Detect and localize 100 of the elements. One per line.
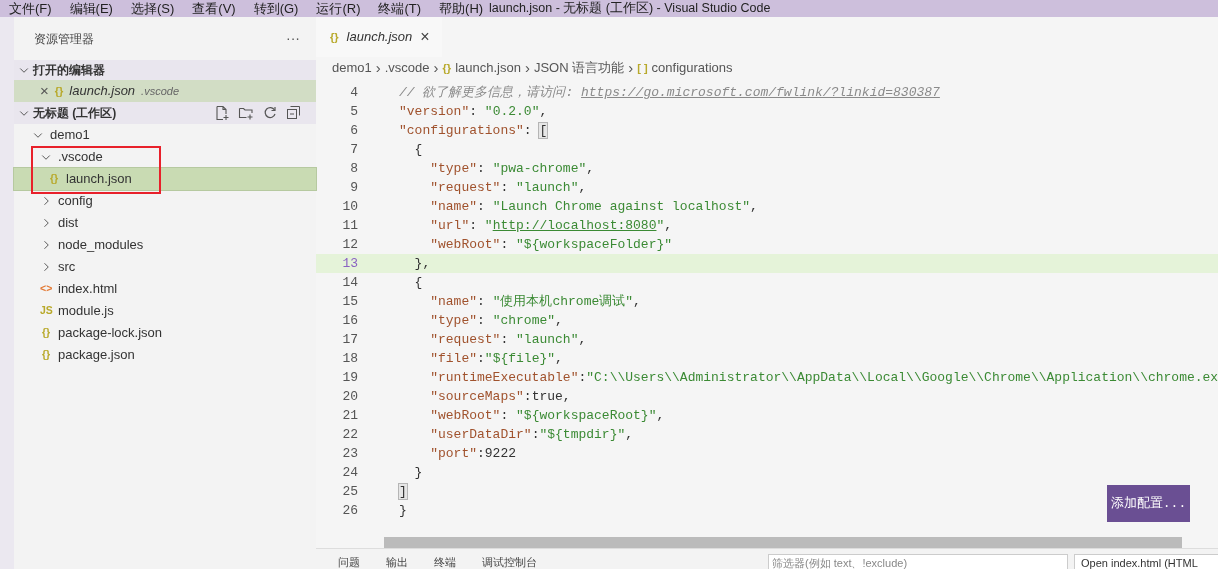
add-configuration-button[interactable]: 添加配置... — [1107, 485, 1190, 522]
output-dropdown[interactable]: Open index.html (HTML — [1074, 554, 1218, 569]
array-icon: [ ] — [637, 59, 648, 77]
code-text: "version": "0.2.0", — [398, 102, 548, 121]
menu-item[interactable]: 选择(S) — [121, 0, 184, 17]
code-text: { — [413, 140, 423, 159]
menu-item[interactable]: 文件(F) — [0, 0, 61, 17]
breadcrumb-separator: › — [375, 57, 381, 78]
menu-item[interactable]: 运行(R) — [307, 0, 370, 17]
code-text: "name": "使用本机chrome调试", — [429, 292, 641, 311]
collapse-all-icon — [286, 105, 302, 121]
breadcrumb-item[interactable]: configurations — [651, 58, 733, 78]
code-text: "url": "http://localhost:8080", — [429, 216, 673, 235]
file-item[interactable]: JS module.js — [14, 300, 316, 322]
line-number: 21 — [341, 406, 358, 425]
code-text: "request": "launch", — [429, 178, 587, 197]
section-header[interactable]: 打开的编辑器 — [14, 60, 316, 80]
code-text: "type": "chrome", — [429, 311, 563, 330]
menu-item[interactable]: 编辑(E) — [60, 0, 122, 17]
folder-name: .vscode — [58, 148, 103, 167]
breadcrumb-item[interactable]: launch.json — [455, 58, 521, 78]
new-folder-icon — [238, 105, 254, 121]
close-button[interactable]: × — [40, 79, 49, 103]
line-number: 22 — [341, 425, 358, 444]
section-header[interactable]: 无标题 (工作区) — [14, 102, 316, 124]
code-text: "webRoot": "${workspaceFolder}" — [429, 235, 673, 254]
line-number: 6 — [349, 121, 358, 140]
line-number: 20 — [341, 387, 358, 406]
breadcrumb-separator: › — [433, 57, 439, 78]
folder-name: src — [58, 258, 76, 277]
code-text: { — [413, 273, 423, 292]
code-text: "file":"${file}", — [429, 349, 563, 368]
breadcrumb-item[interactable]: JSON 语言功能 — [533, 58, 625, 78]
folder-item[interactable]: dist — [14, 212, 316, 234]
menu-item[interactable]: 转到(G) — [244, 0, 308, 17]
code-text: "port":9222 — [429, 444, 517, 463]
code-text: // 欲了解更多信息，请访问: https://go.microsoft.com/fwlink/?linkid=830387 — [398, 83, 940, 102]
file-item[interactable]: {} package-lock.json — [14, 322, 316, 344]
panel-tab[interactable]: 输出 — [386, 554, 408, 569]
breadcrumb-item[interactable]: .vscode — [384, 58, 430, 78]
line-number: 24 — [341, 463, 358, 482]
refresh-icon — [262, 105, 278, 121]
line-number: 12 — [341, 235, 358, 254]
more-actions-button[interactable]: ··· — [286, 28, 300, 49]
line-number: 25 — [341, 482, 358, 501]
json-icon: {} — [442, 59, 452, 77]
folder-item[interactable]: src — [14, 256, 316, 278]
file-name: index.html — [58, 280, 118, 299]
menu-item[interactable]: 终端(T) — [369, 0, 431, 17]
code-text: "configurations": [ — [398, 121, 548, 140]
code-text: "userDataDir":"${tmpdir}", — [429, 425, 634, 444]
breadcrumb-separator: › — [524, 57, 530, 78]
panel-tab[interactable]: 问题 — [338, 554, 360, 569]
open-editor-item[interactable]: × {} launch.json .vscode — [14, 80, 316, 102]
folder-item[interactable]: config — [14, 190, 316, 212]
line-number: 15 — [341, 292, 358, 311]
line-number: 5 — [349, 102, 358, 121]
code-text: } — [413, 463, 423, 482]
close-button[interactable]: × — [420, 25, 430, 49]
code-text: }, — [413, 254, 431, 273]
filter-field[interactable]: 筛选器(例如 text、!exclude) — [768, 554, 1068, 569]
sidebar-title: 资源管理器 — [34, 30, 94, 48]
json-icon: {} — [40, 325, 52, 341]
folder-item[interactable]: .vscode — [14, 146, 316, 168]
folder-item[interactable]: demo1 — [14, 124, 316, 146]
file-name: launch.json — [66, 170, 132, 189]
line-number: 18 — [341, 349, 358, 368]
line-number: 23 — [341, 444, 358, 463]
file-item[interactable]: {} launch.json — [14, 168, 316, 190]
code-text: "request": "launch", — [429, 330, 587, 349]
code-text: "runtimeExecutable":"C:\\Users\\Administrator\\AppData\\Local\\Google\\Chrome\\Application\\chrome.ex — [429, 368, 1218, 387]
json-icon: {} — [330, 28, 339, 46]
line-number: 11 — [341, 216, 358, 235]
panel-tab[interactable]: 调试控制台 — [482, 554, 537, 569]
line-number: 10 — [341, 197, 358, 216]
panel-tab[interactable]: 终端 — [434, 554, 456, 569]
new-file-icon — [214, 105, 230, 121]
code-text: "webRoot": "${workspaceRoot}", — [429, 406, 665, 425]
code-text: "sourceMaps":true, — [429, 387, 571, 406]
file-name: package.json — [58, 346, 135, 365]
line-number: 19 — [341, 368, 358, 387]
code-text: "type": "pwa-chrome", — [429, 159, 595, 178]
window-title: launch.json - 无标题 (工作区) - Visual Studio Code — [489, 0, 771, 17]
line-number: 13 — [341, 254, 358, 273]
line-number: 26 — [341, 501, 358, 520]
breadcrumb-item[interactable]: demo1 — [332, 58, 372, 78]
file-item[interactable]: <> index.html — [14, 278, 316, 300]
menu-item[interactable]: 查看(V) — [183, 0, 245, 17]
file-item[interactable]: {} package.json — [14, 344, 316, 366]
line-number: 4 — [349, 83, 358, 102]
breadcrumb-separator: › — [628, 57, 634, 78]
code-icon: <> — [40, 281, 52, 297]
js-icon: JS — [40, 303, 52, 319]
folder-name: node_modules — [58, 236, 144, 255]
line-number: 16 — [341, 311, 358, 330]
file-name: module.js — [58, 302, 114, 321]
folder-item[interactable]: node_modules — [14, 234, 316, 256]
code-text: "name": "Launch Chrome against localhost", — [429, 197, 758, 216]
json-icon: {} — [40, 347, 52, 363]
code-text: } — [398, 501, 407, 520]
